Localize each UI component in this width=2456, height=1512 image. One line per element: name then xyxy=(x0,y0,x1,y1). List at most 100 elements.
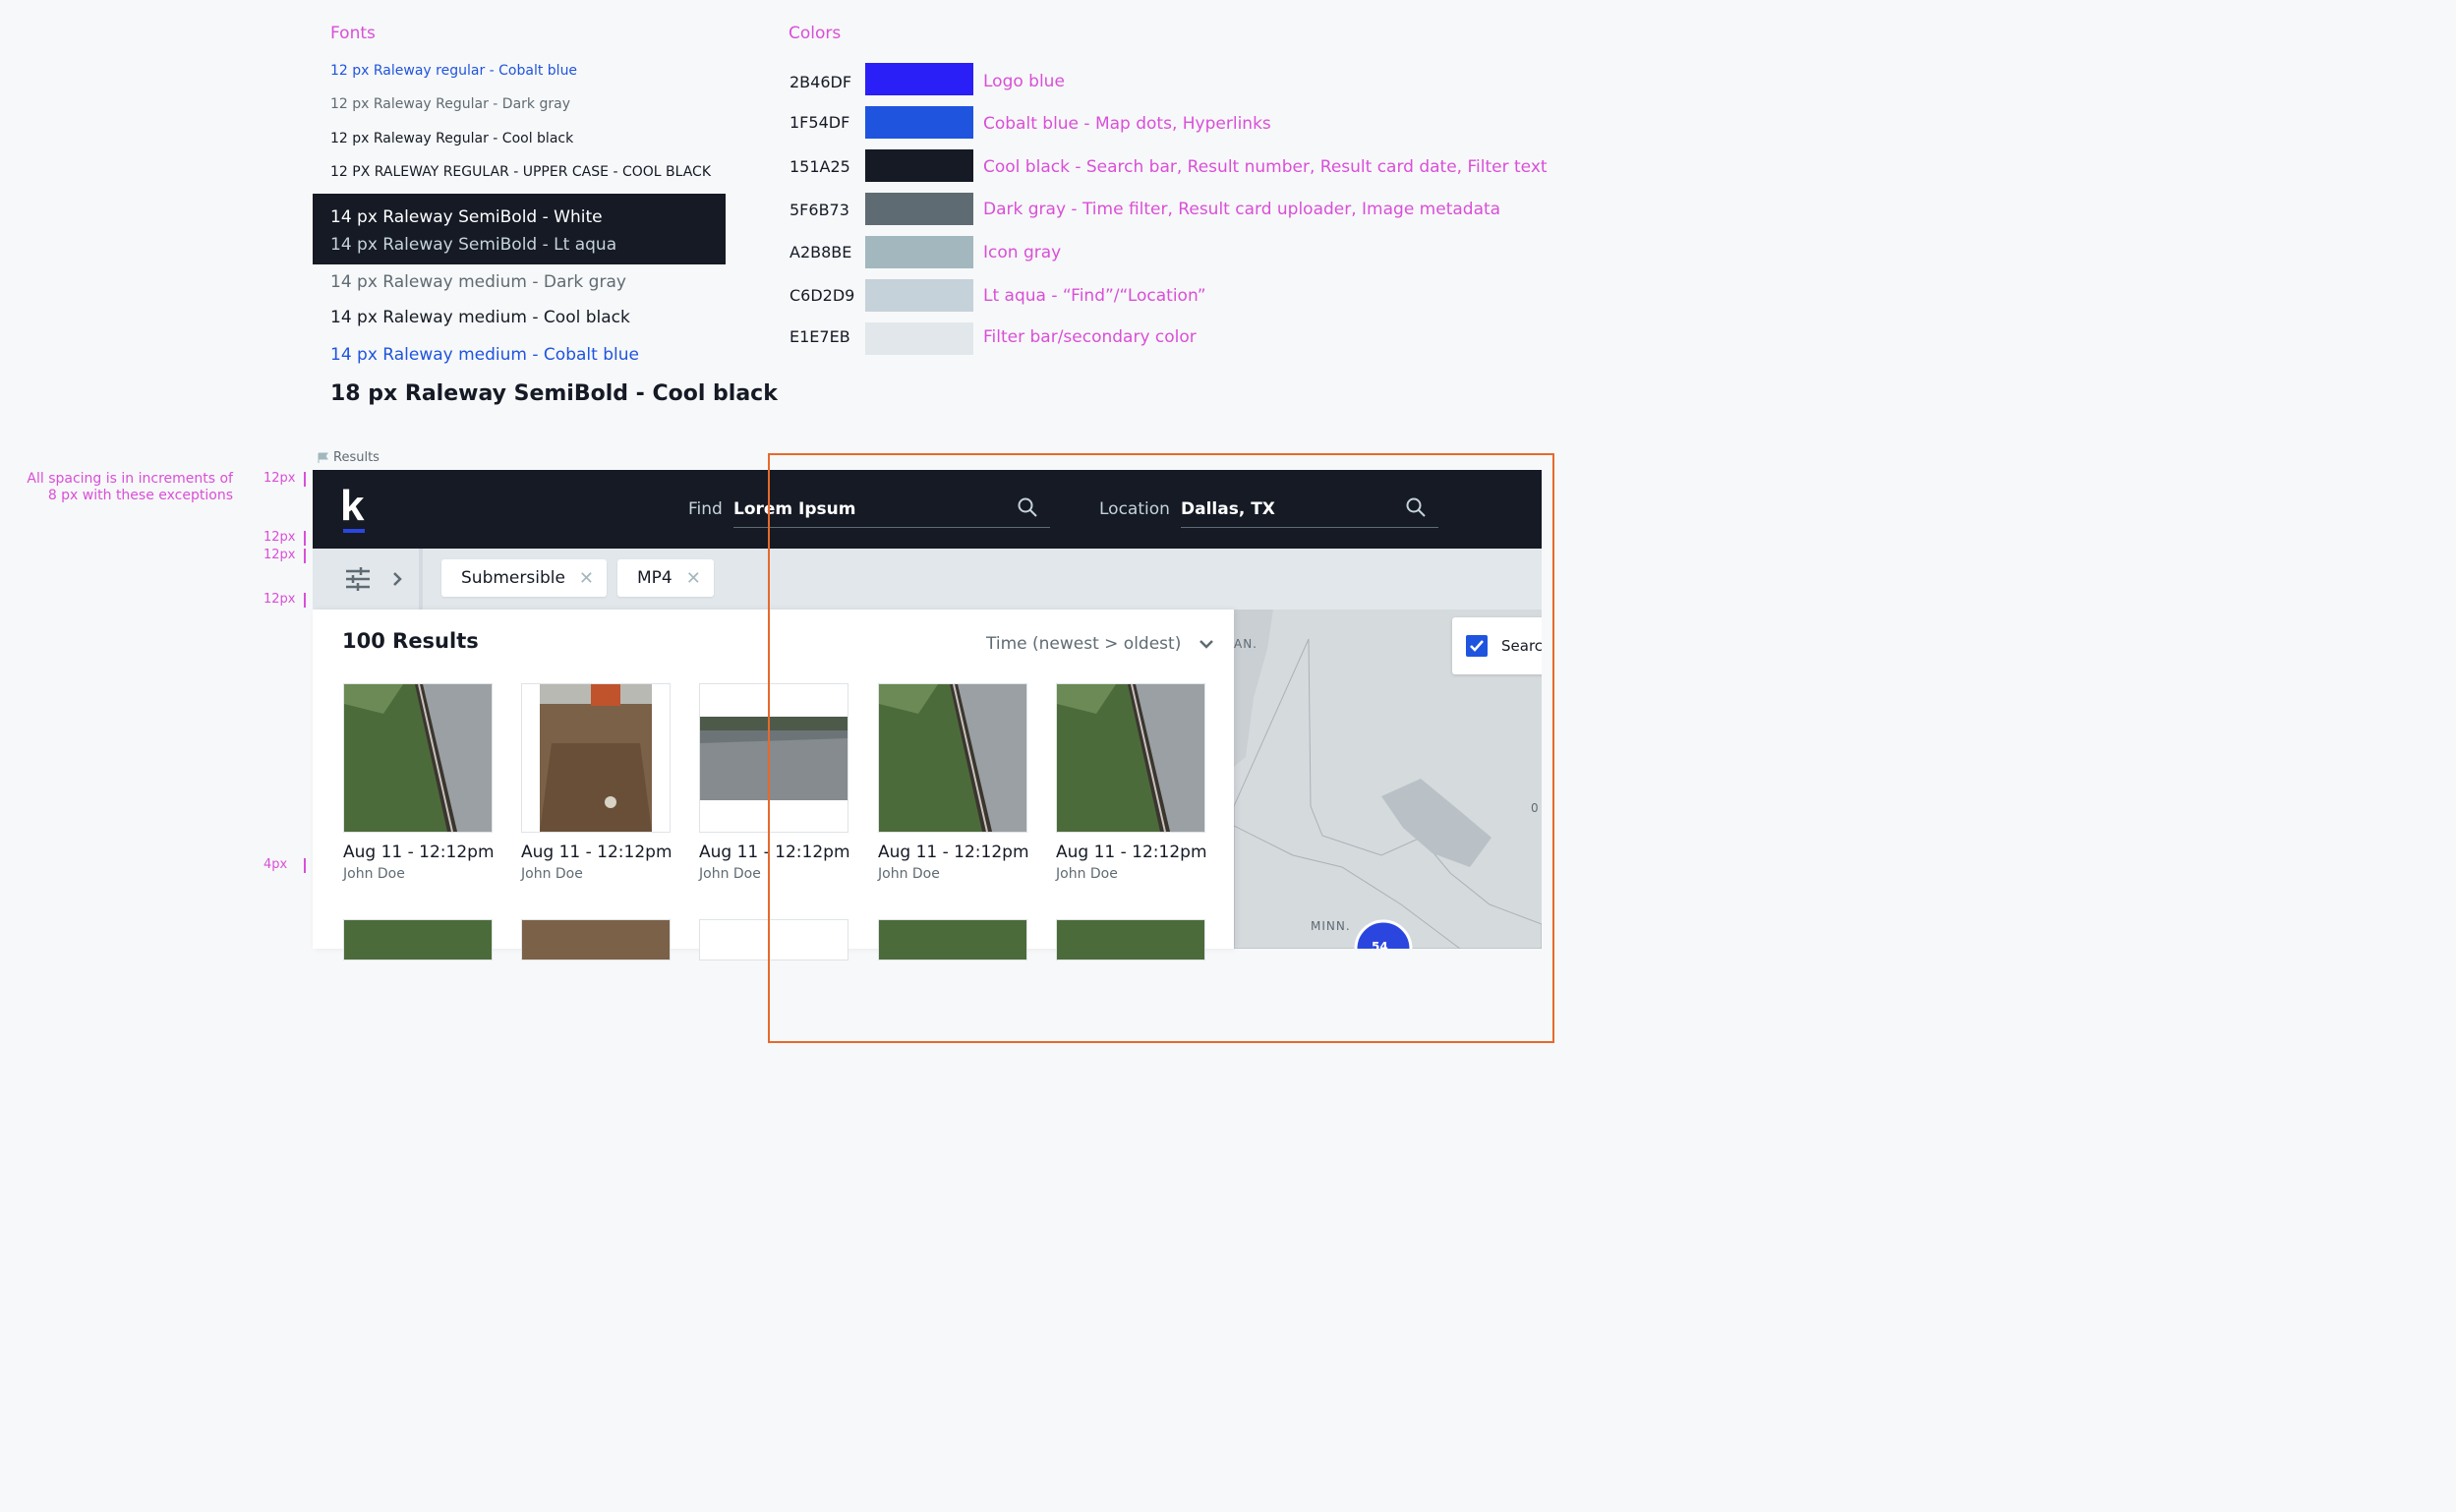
map-search-toggle[interactable]: Searc xyxy=(1452,617,1542,674)
map-label-minn: MINN. xyxy=(1311,919,1351,933)
result-thumbnail[interactable] xyxy=(699,683,848,833)
search-icon[interactable] xyxy=(1017,496,1038,518)
sort-label: Time (newest > oldest) xyxy=(986,634,1182,654)
chip-label: Submersible xyxy=(461,568,565,588)
close-icon[interactable]: ✕ xyxy=(686,568,701,589)
hex-darkgray: 5F6B73 xyxy=(789,201,849,219)
spacing-bar xyxy=(304,593,306,608)
result-uploader: John Doe xyxy=(878,866,940,882)
filter-chip-mp4[interactable]: MP4 ✕ xyxy=(617,559,714,597)
find-input[interactable] xyxy=(733,499,1050,528)
location-search-icon[interactable] xyxy=(1405,496,1427,518)
results-count: 100 Results xyxy=(342,629,479,653)
desc-logo-blue: Logo blue xyxy=(983,72,1065,91)
results-panel: 100 Results Time (newest > oldest) Aug 1… xyxy=(313,610,1234,960)
filter-sliders-icon[interactable] xyxy=(345,567,371,591)
result-card[interactable]: Aug 11 - 12:12pm John Doe xyxy=(343,683,495,882)
hex-ltaqua: C6D2D9 xyxy=(789,286,855,305)
spacing-bar xyxy=(304,472,306,487)
result-card[interactable]: Aug 11 - 12:12pm John Doe xyxy=(699,683,850,882)
desc-coolblack: Cool black - Search bar, Result number, … xyxy=(983,157,1548,177)
font-sample-ltaqua: 14 px Raleway SemiBold - Lt aqua xyxy=(330,235,617,255)
font-sample-uppercase: 12 PX RALEWAY REGULAR - UPPER CASE - COO… xyxy=(330,164,712,180)
location-input[interactable] xyxy=(1181,499,1438,528)
aerial-photo xyxy=(879,684,1026,832)
result-date: Aug 11 - 12:12pm xyxy=(878,843,1029,862)
hex-coolblack: 151A25 xyxy=(789,157,850,176)
spacing-label: 12px xyxy=(263,471,296,486)
swatch-darkgray xyxy=(865,193,973,225)
result-thumbnail[interactable] xyxy=(1056,683,1205,833)
font-sample-coolblack: 12 px Raleway Regular - Cool black xyxy=(330,131,574,146)
spacing-note: All spacing is in increments of 8 px wit… xyxy=(20,471,233,504)
aerial-photo xyxy=(1057,684,1204,832)
result-thumbnail[interactable] xyxy=(878,919,1027,960)
result-card[interactable]: Aug 11 - 12:12pm John Doe xyxy=(1056,683,1207,882)
swatch-icongray xyxy=(865,236,973,268)
desc-darkgray: Dark gray - Time filter, Result card upl… xyxy=(983,200,1501,219)
result-thumbnail[interactable] xyxy=(343,919,493,960)
chevron-right-icon[interactable] xyxy=(392,571,402,587)
logo[interactable]: k xyxy=(340,482,364,531)
result-card[interactable]: Aug 11 - 12:12pm John Doe xyxy=(878,683,1029,882)
spacing-bar xyxy=(304,531,306,546)
result-date: Aug 11 - 12:12pm xyxy=(1056,843,1207,862)
swatch-ltaqua xyxy=(865,279,973,312)
hex-cobalt: 1F54DF xyxy=(789,113,850,132)
font-sample-medium-coolblack: 14 px Raleway medium - Cool black xyxy=(330,308,630,327)
desc-filterbar: Filter bar/secondary color xyxy=(983,327,1197,347)
result-thumbnail[interactable] xyxy=(1056,919,1205,960)
spacing-label: 12px xyxy=(263,592,296,607)
spacing-label: 12px xyxy=(263,530,296,545)
aerial-photo xyxy=(344,684,492,832)
font-sample-cobalt: 12 px Raleway regular - Cobalt blue xyxy=(330,63,578,79)
sort-dropdown[interactable]: Time (newest > oldest) xyxy=(986,634,1214,654)
close-icon[interactable]: ✕ xyxy=(579,568,594,589)
fonts-heading: Fonts xyxy=(330,24,376,43)
result-uploader: John Doe xyxy=(699,866,761,882)
result-card[interactable]: Aug 11 - 12:12pm John Doe xyxy=(521,683,672,882)
swatch-filterbar xyxy=(865,322,973,355)
spacing-note-line2: 8 px with these exceptions xyxy=(47,488,233,503)
spacing-label: 12px xyxy=(263,548,296,562)
swatch-cobalt xyxy=(865,106,973,139)
map-label-edge: AN. xyxy=(1234,637,1257,651)
map-search-label: Searc xyxy=(1501,637,1542,655)
font-sample-medium-darkgray: 14 px Raleway medium - Dark gray xyxy=(330,272,626,292)
checkbox-checked[interactable] xyxy=(1466,635,1488,657)
filter-chip-submersible[interactable]: Submersible ✕ xyxy=(441,559,607,597)
font-sample-white: 14 px Raleway SemiBold - White xyxy=(330,207,603,227)
check-icon xyxy=(1470,640,1484,652)
desc-icongray: Icon gray xyxy=(983,243,1062,262)
result-uploader: John Doe xyxy=(1056,866,1118,882)
font-sample-darkgray: 12 px Raleway Regular - Dark gray xyxy=(330,96,570,112)
find-label: Find xyxy=(688,499,723,519)
flag-icon xyxy=(318,452,328,463)
spacing-label: 4px xyxy=(263,857,288,872)
pond-photo xyxy=(700,684,848,832)
result-uploader: John Doe xyxy=(521,866,583,882)
result-date: Aug 11 - 12:12pm xyxy=(343,843,495,862)
filter-bar: Submersible ✕ MP4 ✕ xyxy=(313,549,1542,610)
map[interactable]: AN. 0 MINN. 54 Searc xyxy=(1234,610,1542,949)
spacing-bar xyxy=(304,549,306,563)
hex-logo-blue: 2B46DF xyxy=(789,73,852,91)
hex-filterbar: E1E7EB xyxy=(789,327,850,346)
filter-toggle[interactable] xyxy=(313,549,423,610)
result-date: Aug 11 - 12:12pm xyxy=(699,843,850,862)
result-date: Aug 11 - 12:12pm xyxy=(521,843,672,862)
result-thumbnail[interactable] xyxy=(521,683,671,833)
map-cluster-count: 54 xyxy=(1372,940,1388,949)
excavation-photo xyxy=(522,684,670,832)
map-label-zero: 0 xyxy=(1531,801,1539,815)
swatch-logo-blue xyxy=(865,63,973,95)
desc-cobalt: Cobalt blue - Map dots, Hyperlinks xyxy=(983,114,1271,134)
chevron-down-icon[interactable] xyxy=(1199,639,1214,649)
colors-heading: Colors xyxy=(789,24,842,43)
spacing-note-line1: All spacing is in increments of xyxy=(27,471,233,487)
result-thumbnail[interactable] xyxy=(699,919,848,960)
result-thumbnail[interactable] xyxy=(343,683,493,833)
chip-label: MP4 xyxy=(637,568,672,588)
result-thumbnail[interactable] xyxy=(878,683,1027,833)
result-thumbnail[interactable] xyxy=(521,919,671,960)
